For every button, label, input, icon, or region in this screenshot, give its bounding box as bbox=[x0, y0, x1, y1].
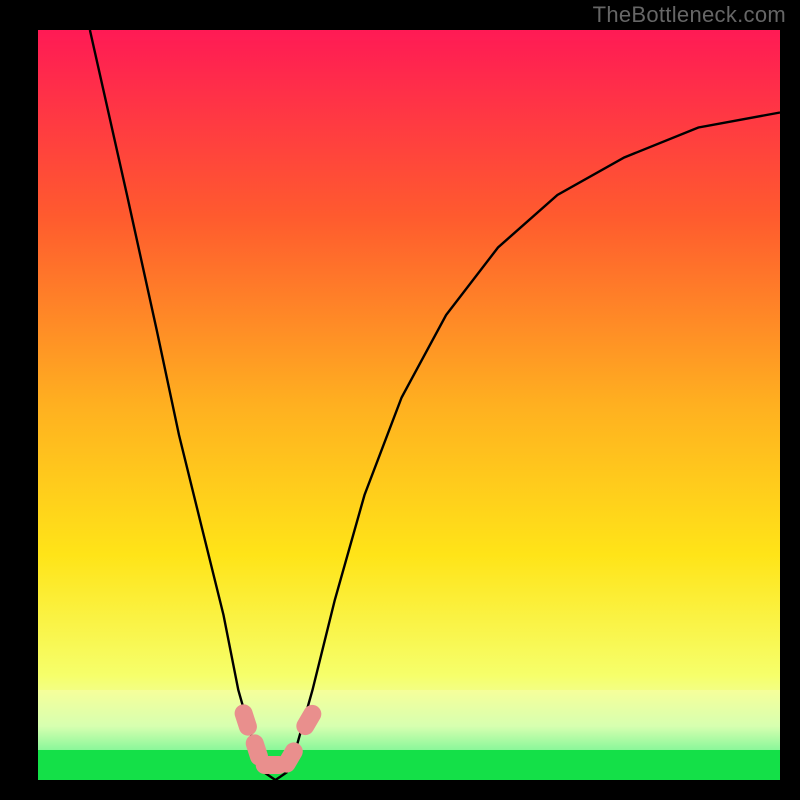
chart-stage: TheBottleneck.com bbox=[0, 0, 800, 800]
plot-background bbox=[38, 30, 780, 780]
pale-band bbox=[38, 690, 780, 750]
green-band bbox=[38, 750, 780, 780]
bottleneck-chart bbox=[0, 0, 800, 800]
watermark-text: TheBottleneck.com bbox=[593, 2, 786, 28]
